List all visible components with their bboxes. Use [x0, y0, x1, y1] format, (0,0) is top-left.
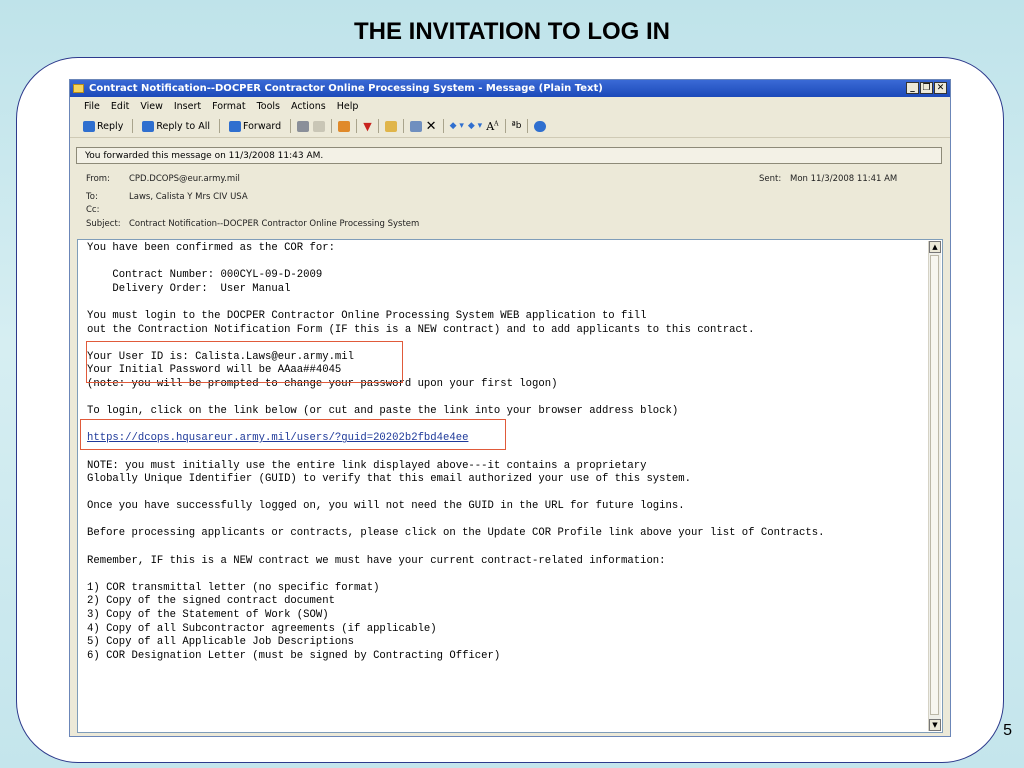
- reply-all-button[interactable]: Reply to All: [139, 118, 213, 135]
- list-item: 3) Copy of the Statement of Work (SOW): [87, 609, 329, 622]
- toolbar-separator: [442, 119, 444, 133]
- reply-all-icon: [142, 120, 155, 132]
- subject-value: Contract Notification--DOCPER Contractor…: [129, 219, 420, 229]
- window-titlebar[interactable]: Contract Notification--DOCPER Contractor…: [70, 80, 950, 97]
- window-title: Contract Notification--DOCPER Contractor…: [89, 83, 603, 94]
- body-contract-number: Contract Number: 000CYL-09-D-2009: [87, 269, 323, 282]
- slide-title: THE INVITATION TO LOG IN: [354, 18, 670, 45]
- menu-actions[interactable]: Actions: [291, 101, 326, 112]
- scroll-thumb[interactable]: [930, 255, 939, 715]
- sent-value: Mon 11/3/2008 11:41 AM: [790, 174, 898, 184]
- toolbar: Reply Reply to All Forward ▼ ✕ ◆ ▾ ◆ ▾ A…: [70, 115, 950, 138]
- help-icon[interactable]: [534, 120, 547, 132]
- menu-insert[interactable]: Insert: [174, 101, 201, 112]
- save-icon[interactable]: [409, 120, 422, 132]
- toolbar-separator: [356, 119, 358, 133]
- sent-label: Sent:: [759, 174, 782, 184]
- body-before: Before processing applicants or contract…: [87, 527, 825, 540]
- envelope-icon: [73, 84, 84, 93]
- vertical-scrollbar[interactable]: ▲ ▼: [928, 241, 941, 731]
- reply-icon: [83, 120, 95, 132]
- menu-edit[interactable]: Edit: [111, 101, 129, 112]
- scroll-down-button[interactable]: ▼: [929, 719, 941, 731]
- body-note-2: Globally Unique Identifier (GUID) to ver…: [87, 473, 691, 486]
- body-to-login: To login, click on the link below (or cu…: [87, 405, 679, 418]
- print-icon[interactable]: [297, 120, 310, 132]
- list-item: 4) Copy of all Subcontractor agreements …: [87, 622, 437, 635]
- list-item: 5) Copy of all Applicable Job Descriptio…: [87, 636, 355, 649]
- toolbar-separator: [132, 119, 134, 133]
- copy-icon[interactable]: [313, 120, 326, 132]
- close-button[interactable]: ✕: [934, 82, 947, 94]
- forward-label: Forward: [242, 120, 282, 132]
- next-item-icon[interactable]: ◆ ▾: [468, 121, 482, 131]
- menu-help[interactable]: Help: [337, 101, 359, 112]
- toolbar-separator: [527, 119, 529, 133]
- menu-file[interactable]: File: [84, 101, 100, 112]
- message-body[interactable]: You have been confirmed as the COR for: …: [77, 239, 943, 733]
- body-delivery-order: Delivery Order: User Manual: [87, 282, 291, 295]
- list-item: 1) COR transmittal letter (no specific f…: [87, 581, 380, 594]
- body-once: Once you have successfully logged on, yo…: [87, 500, 685, 513]
- toolbar-separator: [377, 119, 379, 133]
- menu-bar: File Edit View Insert Format Tools Actio…: [70, 97, 950, 115]
- toolbar-separator: [402, 119, 404, 133]
- delete-icon[interactable]: ✕: [426, 119, 437, 134]
- reply-all-label: Reply to All: [156, 120, 210, 132]
- body-confirmed: You have been confirmed as the COR for:: [87, 242, 335, 254]
- minimize-button[interactable]: _: [906, 82, 919, 94]
- list-item: 6) COR Designation Letter (must be signe…: [87, 649, 501, 662]
- message-text: You have been confirmed as the COR for: …: [87, 242, 927, 663]
- body-remember: Remember, IF this is a NEW contract we m…: [87, 554, 666, 567]
- page-number: 5: [1003, 722, 1012, 739]
- list-item: 2) Copy of the signed contract document: [87, 595, 335, 608]
- toolbar-separator: [218, 119, 220, 133]
- encoding-icon[interactable]: ªb: [512, 121, 522, 131]
- forward-icon: [228, 120, 241, 132]
- scroll-up-button[interactable]: ▲: [929, 241, 941, 253]
- font-size-icon[interactable]: AA: [486, 120, 498, 133]
- reply-label: Reply: [97, 120, 124, 132]
- forward-button[interactable]: Forward: [226, 118, 284, 135]
- move-icon[interactable]: [338, 120, 351, 132]
- body-note-1: NOTE: you must initially use the entire …: [87, 459, 647, 472]
- address-book-icon[interactable]: [384, 120, 397, 132]
- from-value[interactable]: CPD.DCOPS@eur.army.mil: [129, 174, 240, 184]
- toolbar-separator: [504, 119, 506, 133]
- reply-button[interactable]: Reply: [80, 118, 126, 135]
- toolbar-separator: [290, 119, 292, 133]
- cc-label: Cc:: [86, 205, 100, 215]
- previous-item-icon[interactable]: ◆ ▾: [450, 121, 464, 131]
- forwarded-infobar: You forwarded this message on 11/3/2008 …: [76, 147, 942, 164]
- to-value[interactable]: Laws, Calista Y Mrs CIV USA: [129, 192, 248, 202]
- flag-icon[interactable]: ▼: [363, 120, 371, 133]
- menu-tools[interactable]: Tools: [257, 101, 280, 112]
- body-must-login-1: You must login to the DOCPER Contractor …: [87, 309, 647, 322]
- toolbar-separator: [331, 119, 333, 133]
- body-must-login-2: out the Contraction Notification Form (I…: [87, 323, 755, 336]
- maximize-button[interactable]: ❐: [920, 82, 933, 94]
- link-callout: [80, 419, 506, 450]
- from-label: From:: [86, 174, 110, 184]
- credentials-callout: [86, 341, 403, 383]
- menu-view[interactable]: View: [140, 101, 163, 112]
- menu-format[interactable]: Format: [212, 101, 245, 112]
- outlook-message-window: Contract Notification--DOCPER Contractor…: [69, 79, 951, 737]
- to-label: To:: [86, 192, 98, 202]
- subject-label: Subject:: [86, 219, 121, 229]
